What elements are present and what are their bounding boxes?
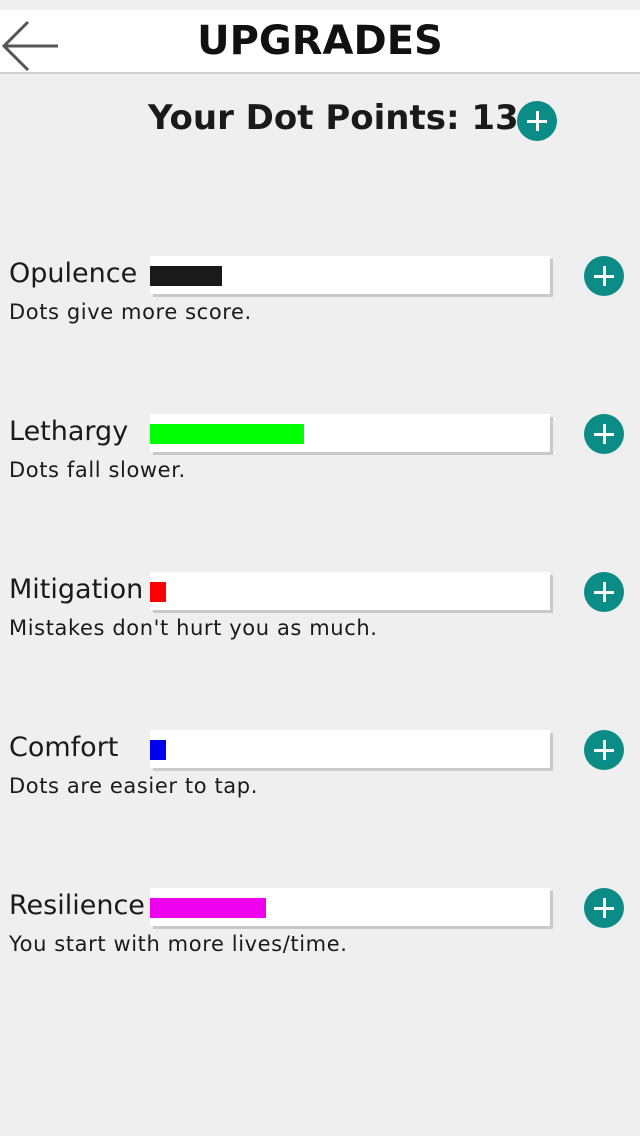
upgrade-name: Resilience	[9, 890, 145, 921]
upgrade-plus-button[interactable]	[584, 888, 624, 928]
upgrade-opulence: Opulence Dots give more score.	[0, 256, 640, 336]
upgrade-description: Dots fall slower.	[9, 458, 186, 482]
upgrade-comfort: Comfort Dots are easier to tap.	[0, 730, 640, 810]
upgrade-description: Dots are easier to tap.	[9, 774, 258, 798]
upgrade-level-bar	[150, 730, 550, 768]
dot-points-label: Your Dot Points: 13	[148, 98, 519, 138]
upgrade-level-bar	[150, 414, 550, 452]
add-dot-points-button[interactable]	[517, 101, 557, 141]
upgrade-description: You start with more lives/time.	[9, 932, 348, 956]
upgrade-plus-button[interactable]	[584, 414, 624, 454]
upgrade-description: Dots give more score.	[9, 300, 252, 324]
upgrade-plus-button[interactable]	[584, 572, 624, 612]
upgrade-resilience: Resilience You start with more lives/tim…	[0, 888, 640, 968]
upgrade-level-fill	[150, 424, 304, 444]
header-bar: UPGRADES	[0, 10, 640, 74]
upgrade-plus-button[interactable]	[584, 256, 624, 296]
upgrade-lethargy: Lethargy Dots fall slower.	[0, 414, 640, 494]
upgrade-description: Mistakes don't hurt you as much.	[9, 616, 378, 640]
upgrade-level-fill	[150, 266, 222, 286]
upgrade-mitigation: Mitigation Mistakes don't hurt you as mu…	[0, 572, 640, 652]
upgrade-level-bar	[150, 572, 550, 610]
upgrade-name: Lethargy	[9, 416, 129, 447]
upgrade-level-fill	[150, 582, 166, 602]
upgrade-level-bar	[150, 888, 550, 926]
upgrade-name: Opulence	[9, 258, 138, 289]
upgrade-level-bar	[150, 256, 550, 294]
dot-points-row: Your Dot Points: 13	[0, 96, 640, 146]
page-title: UPGRADES	[197, 18, 443, 64]
upgrade-level-fill	[150, 898, 266, 918]
upgrade-name: Mitigation	[9, 574, 144, 605]
upgrade-plus-button[interactable]	[584, 730, 624, 770]
upgrade-level-fill	[150, 740, 166, 760]
upgrade-name: Comfort	[9, 732, 119, 763]
